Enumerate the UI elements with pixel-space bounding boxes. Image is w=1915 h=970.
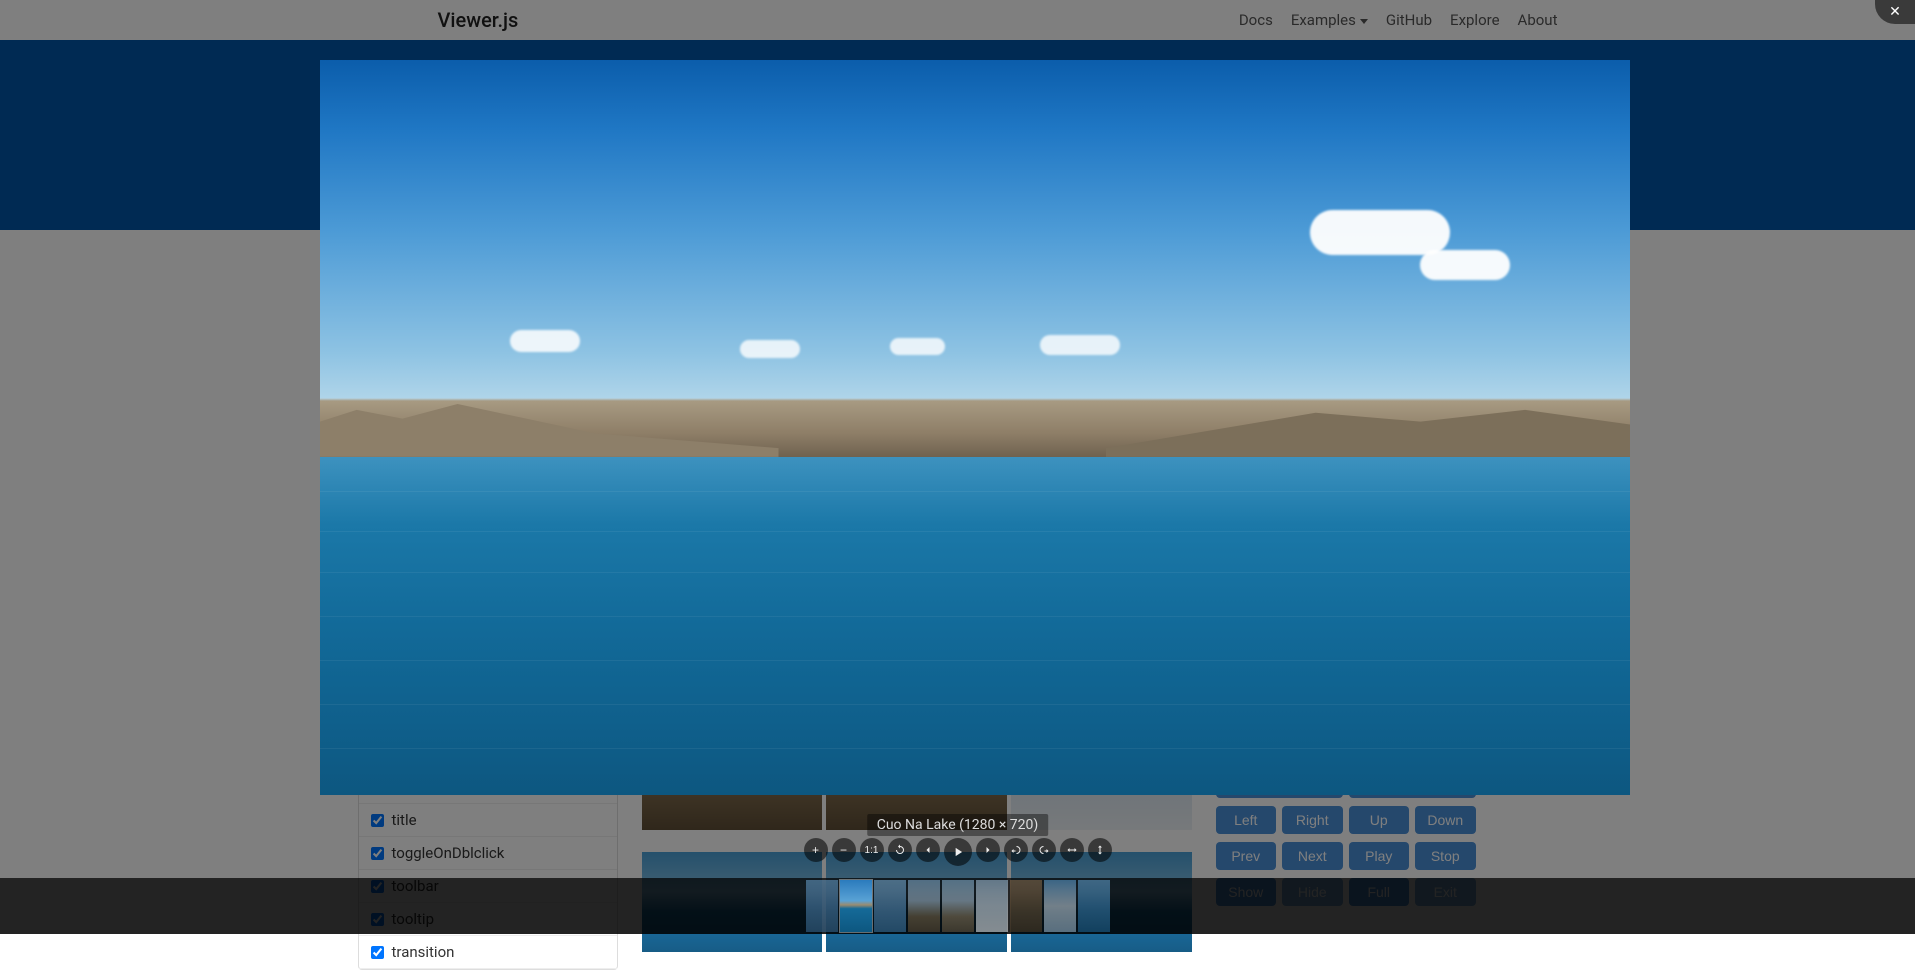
chevron-right-icon	[982, 844, 994, 856]
viewer-overlay[interactable]: ✕	[0, 0, 1915, 934]
zoom-in-button[interactable]: +	[804, 838, 828, 862]
flip-horizontal-toolbar-button[interactable]	[1060, 838, 1084, 862]
next-image-button[interactable]	[976, 838, 1000, 862]
option-label: transition	[392, 943, 455, 961]
filmstrip-thumb[interactable]	[942, 880, 974, 932]
image-title: Cuo Na Lake (1280 × 720)	[867, 814, 1049, 836]
flip-horizontal-icon	[1066, 844, 1078, 856]
filmstrip-thumb[interactable]	[1078, 880, 1110, 932]
rotate-right-button[interactable]	[1032, 838, 1056, 862]
one-to-one-icon: 1:1	[865, 845, 879, 856]
one-to-one-button[interactable]: 1:1	[860, 838, 884, 862]
filmstrip-thumb[interactable]	[840, 880, 872, 932]
filmstrip-thumb[interactable]	[1010, 880, 1042, 932]
filmstrip-thumb[interactable]	[874, 880, 906, 932]
reset-icon	[894, 844, 906, 856]
filmstrip-thumb[interactable]	[976, 880, 1008, 932]
flip-vertical-icon	[1094, 844, 1106, 856]
option-checkbox[interactable]	[371, 946, 384, 959]
rotate-left-button[interactable]	[1004, 838, 1028, 862]
displayed-image[interactable]	[320, 60, 1630, 795]
option-row[interactable]: transition	[359, 936, 617, 969]
rotate-right-icon	[1038, 844, 1050, 856]
prev-image-button[interactable]	[916, 838, 940, 862]
filmstrip	[0, 878, 1915, 934]
viewer-canvas[interactable]	[320, 60, 1630, 795]
plus-icon: +	[812, 843, 819, 857]
chevron-left-icon	[922, 844, 934, 856]
rotate-left-icon	[1010, 844, 1022, 856]
close-icon: ✕	[1889, 4, 1901, 20]
minus-icon: −	[840, 843, 847, 857]
play-icon	[951, 845, 965, 859]
viewer-toolbar: + − 1:1	[804, 838, 1112, 866]
play-slideshow-button[interactable]	[944, 838, 972, 866]
filmstrip-thumb[interactable]	[908, 880, 940, 932]
filmstrip-thumb[interactable]	[806, 880, 838, 932]
close-button[interactable]: ✕	[1875, 0, 1915, 24]
filmstrip-thumb[interactable]	[1044, 880, 1076, 932]
reset-button[interactable]	[888, 838, 912, 862]
zoom-out-button[interactable]: −	[832, 838, 856, 862]
flip-vertical-toolbar-button[interactable]	[1088, 838, 1112, 862]
